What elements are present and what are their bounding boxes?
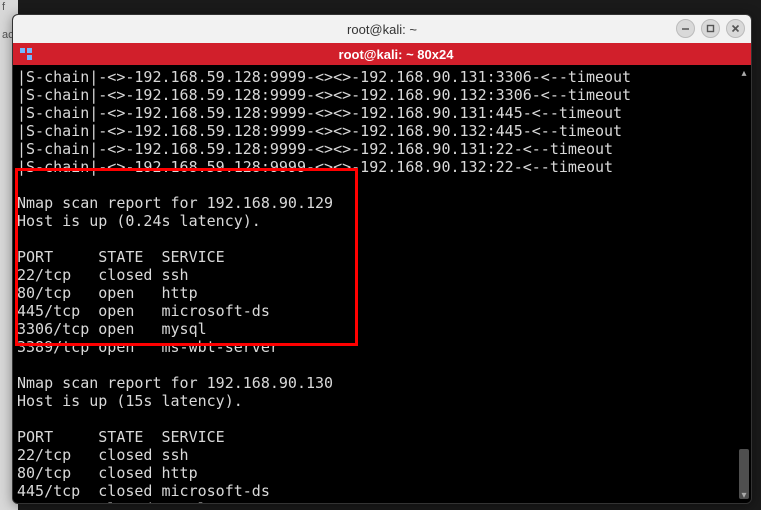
terminal-window: root@kali: ~ root@kali: ~ 80x24 |S-chain… xyxy=(12,14,752,504)
window-title: root@kali: ~ xyxy=(347,22,417,37)
close-button[interactable] xyxy=(726,19,745,38)
maximize-button[interactable] xyxy=(701,19,720,38)
titlebar[interactable]: root@kali: ~ xyxy=(13,15,751,43)
terminal-output[interactable]: |S-chain|-<>-192.168.59.128:9999-<><>-19… xyxy=(13,65,751,503)
minimize-button[interactable] xyxy=(676,19,695,38)
scrollbar[interactable]: ▴ ▾ xyxy=(739,69,749,501)
scroll-down-icon[interactable]: ▾ xyxy=(739,491,749,501)
tab-title: root@kali: ~ 80x24 xyxy=(41,48,751,61)
scroll-up-icon[interactable]: ▴ xyxy=(739,69,749,79)
tab-bar[interactable]: root@kali: ~ 80x24 xyxy=(13,43,751,65)
tab-grid-icon xyxy=(15,44,37,64)
